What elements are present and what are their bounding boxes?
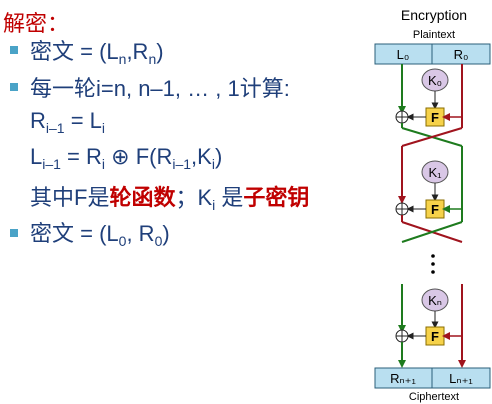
key-kn-label: Kₙ	[428, 293, 442, 308]
key-k1-label: K₁	[428, 165, 442, 180]
round-0: K₀ F	[395, 64, 463, 147]
round-1: K₁ F	[395, 146, 463, 243]
diagram-title: Encryption	[401, 7, 467, 23]
key-k0-label: K₀	[428, 73, 442, 88]
round-ellipsis	[431, 254, 435, 274]
ciphertext-left-label: Rₙ₊₁	[390, 371, 416, 386]
plaintext-label: Plaintext	[413, 29, 455, 41]
ciphertext-label: Ciphertext	[409, 391, 459, 403]
f-label: F	[431, 329, 439, 344]
round-n: Kₙ F	[395, 284, 466, 368]
feistel-encryption-diagram: Encryption Plaintext L₀ R₀ K₀ F K₁ F Kₙ …	[374, 7, 491, 403]
plaintext-right-label: R₀	[454, 47, 469, 62]
f-label: F	[431, 110, 439, 125]
f-label: F	[431, 202, 439, 217]
ciphertext-right-label: Lₙ₊₁	[449, 371, 473, 386]
plaintext-left-label: L₀	[397, 47, 410, 62]
